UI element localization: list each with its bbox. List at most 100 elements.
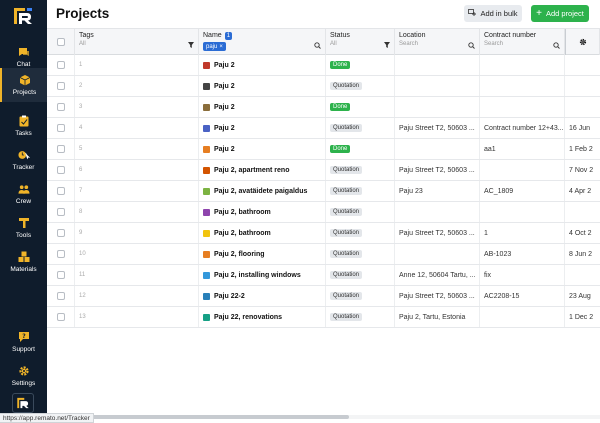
name-cell[interactable]: Paju 2 xyxy=(199,97,326,117)
name-cell[interactable]: Paju 2, flooring xyxy=(199,244,326,264)
tags-cell[interactable]: 11 xyxy=(75,265,199,285)
table-row[interactable]: 10 Paju 2, flooring Quotation AB-1023 8 … xyxy=(47,244,600,265)
sidebar-item-support[interactable]: ? Support xyxy=(0,325,47,359)
tags-cell[interactable]: 1 xyxy=(75,55,199,75)
project-name[interactable]: Paju 22, renovations xyxy=(203,313,282,321)
table-row[interactable]: 12 Paju 22-2 Quotation Paju Street T2, 5… xyxy=(47,286,600,307)
contract-cell[interactable]: AC_1809 xyxy=(480,181,565,201)
row-checkbox[interactable] xyxy=(56,187,65,195)
tags-column-header[interactable]: Tags All xyxy=(75,29,199,55)
table-row[interactable]: 6 Paju 2, apartment reno Quotation Paju … xyxy=(47,160,600,181)
table-row[interactable]: 8 Paju 2, bathroom Quotation xyxy=(47,202,600,223)
table-row[interactable]: 5 Paju 2 Done aa1 1 Feb 2 xyxy=(47,139,600,160)
date-cell[interactable]: 8 Jun 2 xyxy=(565,244,600,264)
row-checkbox[interactable] xyxy=(56,61,65,69)
table-row[interactable]: 11 Paju 2, installing windows Quotation … xyxy=(47,265,600,286)
table-row[interactable]: 13 Paju 22, renovations Quotation Paju 2… xyxy=(47,307,600,328)
row-checkbox[interactable] xyxy=(56,124,65,132)
tags-cell[interactable]: 2 xyxy=(75,76,199,96)
tags-cell[interactable]: 10 xyxy=(75,244,199,264)
location-cell[interactable] xyxy=(395,97,480,117)
status-cell[interactable]: Done xyxy=(326,139,395,159)
status-cell[interactable]: Quotation xyxy=(326,265,395,285)
search-icon[interactable] xyxy=(314,42,321,49)
filter-icon[interactable] xyxy=(188,42,194,48)
name-column-header[interactable]: Name 1 paju × xyxy=(199,29,326,55)
table-row[interactable]: 4 Paju 2 Quotation Paju Street T2, 50603… xyxy=(47,118,600,139)
project-name[interactable]: Paju 2 xyxy=(203,124,235,132)
location-cell[interactable] xyxy=(395,139,480,159)
tags-cell[interactable]: 9 xyxy=(75,223,199,243)
project-name[interactable]: Paju 2, flooring xyxy=(203,250,265,258)
contract-cell[interactable] xyxy=(480,55,565,75)
row-checkbox[interactable] xyxy=(56,271,65,279)
project-name[interactable]: Paju 2 xyxy=(203,145,235,153)
tags-cell[interactable]: 12 xyxy=(75,286,199,306)
name-filter-chip[interactable]: paju × xyxy=(203,42,226,51)
table-row[interactable]: 1 Paju 2 Done xyxy=(47,55,600,76)
contract-cell[interactable]: fix xyxy=(480,265,565,285)
name-cell[interactable]: Paju 2, bathroom xyxy=(199,223,326,243)
status-column-header[interactable]: Status All xyxy=(326,29,395,55)
date-cell[interactable] xyxy=(565,55,600,75)
status-cell[interactable]: Quotation xyxy=(326,160,395,180)
sidebar-item-tools[interactable]: Tools xyxy=(0,211,47,245)
location-cell[interactable]: Paju Street T2, 50603 ... xyxy=(395,118,480,138)
contract-cell[interactable] xyxy=(480,307,565,327)
project-name[interactable]: Paju 22-2 xyxy=(203,292,245,300)
status-cell[interactable]: Quotation xyxy=(326,223,395,243)
row-checkbox[interactable] xyxy=(56,250,65,258)
project-name[interactable]: Paju 2, bathroom xyxy=(203,208,271,216)
row-checkbox[interactable] xyxy=(56,166,65,174)
status-cell[interactable]: Quotation xyxy=(326,244,395,264)
table-row[interactable]: 9 Paju 2, bathroom Quotation Paju Street… xyxy=(47,223,600,244)
date-cell[interactable]: 7 Nov 2 xyxy=(565,160,600,180)
name-cell[interactable]: Paju 2, bathroom xyxy=(199,202,326,222)
status-cell[interactable]: Quotation xyxy=(326,202,395,222)
location-cell[interactable]: Paju Street T2, 50603 ... xyxy=(395,160,480,180)
remato-mini-logo[interactable] xyxy=(12,393,34,413)
row-checkbox[interactable] xyxy=(56,82,65,90)
name-cell[interactable]: Paju 2 xyxy=(199,76,326,96)
name-cell[interactable]: Paju 22-2 xyxy=(199,286,326,306)
sidebar-item-materials[interactable]: Materials xyxy=(0,245,47,279)
date-cell[interactable] xyxy=(565,265,600,285)
horizontal-scrollbar[interactable] xyxy=(47,415,600,419)
status-cell[interactable]: Quotation xyxy=(326,286,395,306)
row-checkbox[interactable] xyxy=(56,103,65,111)
location-cell[interactable] xyxy=(395,202,480,222)
tags-cell[interactable]: 13 xyxy=(75,307,199,327)
project-name[interactable]: Paju 2, installing windows xyxy=(203,271,301,279)
sidebar-item-tasks[interactable]: Tasks xyxy=(0,109,47,143)
contract-cell[interactable]: Contract number 12+43... xyxy=(480,118,565,138)
location-cell[interactable]: Paju Street T2, 50603 ... xyxy=(395,286,480,306)
contract-cell[interactable] xyxy=(480,160,565,180)
add-project-button[interactable]: + Add project xyxy=(531,5,589,22)
contract-column-header[interactable]: Contract number Search xyxy=(480,29,565,55)
location-column-header[interactable]: Location Search xyxy=(395,29,480,55)
row-checkbox[interactable] xyxy=(56,208,65,216)
select-all-checkbox[interactable] xyxy=(56,38,65,46)
name-cell[interactable]: Paju 2 xyxy=(199,55,326,75)
project-name[interactable]: Paju 2, bathroom xyxy=(203,229,271,237)
location-cell[interactable]: Anne 12, 50604 Tartu, ... xyxy=(395,265,480,285)
sidebar-item-tracker[interactable]: Tracker xyxy=(0,143,47,177)
date-cell[interactable]: 4 Oct 2 xyxy=(565,223,600,243)
tags-filter-value[interactable]: All xyxy=(79,41,194,47)
date-cell[interactable] xyxy=(565,202,600,222)
search-icon[interactable] xyxy=(553,42,560,49)
row-checkbox[interactable] xyxy=(56,313,65,321)
contract-cell[interactable] xyxy=(480,76,565,96)
status-filter-value[interactable]: All xyxy=(330,41,390,47)
project-name[interactable]: Paju 2 xyxy=(203,103,235,111)
filter-icon[interactable] xyxy=(384,42,390,48)
remato-logo[interactable] xyxy=(12,6,34,26)
project-name[interactable]: Paju 2, apartment reno xyxy=(203,166,289,174)
status-cell[interactable]: Done xyxy=(326,55,395,75)
sidebar-item-crew[interactable]: Crew xyxy=(0,177,47,211)
date-cell[interactable] xyxy=(565,76,600,96)
row-checkbox[interactable] xyxy=(56,229,65,237)
tags-cell[interactable]: 3 xyxy=(75,97,199,117)
status-cell[interactable]: Quotation xyxy=(326,181,395,201)
gear-icon[interactable] xyxy=(579,38,587,46)
